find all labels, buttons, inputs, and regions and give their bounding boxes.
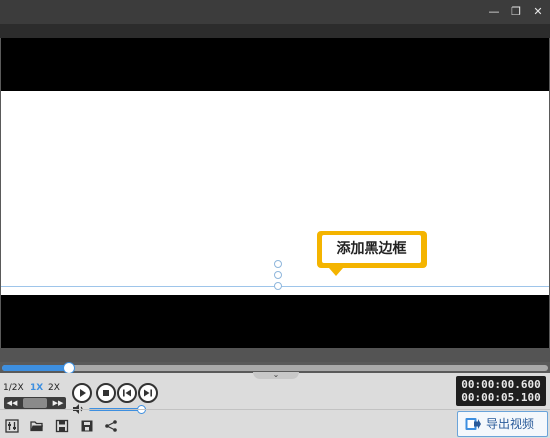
resize-handle-middle[interactable]: [274, 271, 282, 279]
save-icon[interactable]: [55, 419, 69, 433]
settings-icon[interactable]: [5, 419, 19, 433]
next-frame-button[interactable]: [138, 383, 158, 403]
previous-frame-button[interactable]: [117, 383, 137, 403]
callout-text: 添加黑边框: [322, 235, 421, 263]
canvas-bottom-margin: [0, 348, 550, 362]
callout-tail: [329, 268, 343, 276]
speed-slider-thumb[interactable]: [23, 398, 47, 408]
resize-handle-top[interactable]: [274, 260, 282, 268]
canvas-margin: [0, 24, 550, 38]
speed-normal-button[interactable]: 1X: [30, 383, 43, 393]
total-time: 00:00:05.100: [461, 391, 541, 404]
resize-handle-bottom[interactable]: [274, 282, 282, 290]
collapse-panel-button[interactable]: ⌄: [253, 371, 299, 379]
stop-button[interactable]: [96, 383, 116, 403]
progress-fill: [2, 365, 68, 371]
restore-icon[interactable]: ❐: [508, 4, 524, 20]
share-icon[interactable]: [104, 419, 118, 433]
previous-frame-icon: [123, 389, 131, 397]
open-folder-icon[interactable]: [30, 419, 44, 433]
minimize-icon[interactable]: —: [486, 4, 502, 20]
speed-double-button[interactable]: 2X: [48, 383, 60, 393]
save-as-icon[interactable]: [80, 419, 94, 433]
speed-half-button[interactable]: 1/2X: [3, 383, 24, 393]
rewind-icon[interactable]: ◀◀: [6, 397, 18, 409]
export-icon: [465, 418, 481, 430]
current-time: 00:00:00.600: [461, 378, 541, 391]
export-video-label: 导出视频: [486, 417, 535, 431]
video-canvas[interactable]: 添加黑边框: [1, 38, 549, 348]
black-border-bottom: [1, 295, 549, 348]
export-video-button[interactable]: 导出视频: [457, 411, 548, 437]
stop-icon: [103, 390, 109, 396]
play-button[interactable]: [72, 383, 92, 403]
footer-divider: [0, 409, 550, 410]
fast-forward-icon[interactable]: ▶▶: [52, 397, 64, 409]
next-frame-icon: [144, 389, 152, 397]
speed-slider[interactable]: ◀◀ ▶▶: [4, 397, 66, 409]
callout-tooltip: 添加黑边框: [317, 231, 427, 276]
black-border-top: [1, 38, 549, 91]
title-bar: — ❐ ✕: [0, 0, 550, 24]
close-icon[interactable]: ✕: [530, 4, 546, 20]
time-display: 00:00:00.600 00:00:05.100: [456, 376, 546, 406]
play-icon: [80, 389, 86, 397]
